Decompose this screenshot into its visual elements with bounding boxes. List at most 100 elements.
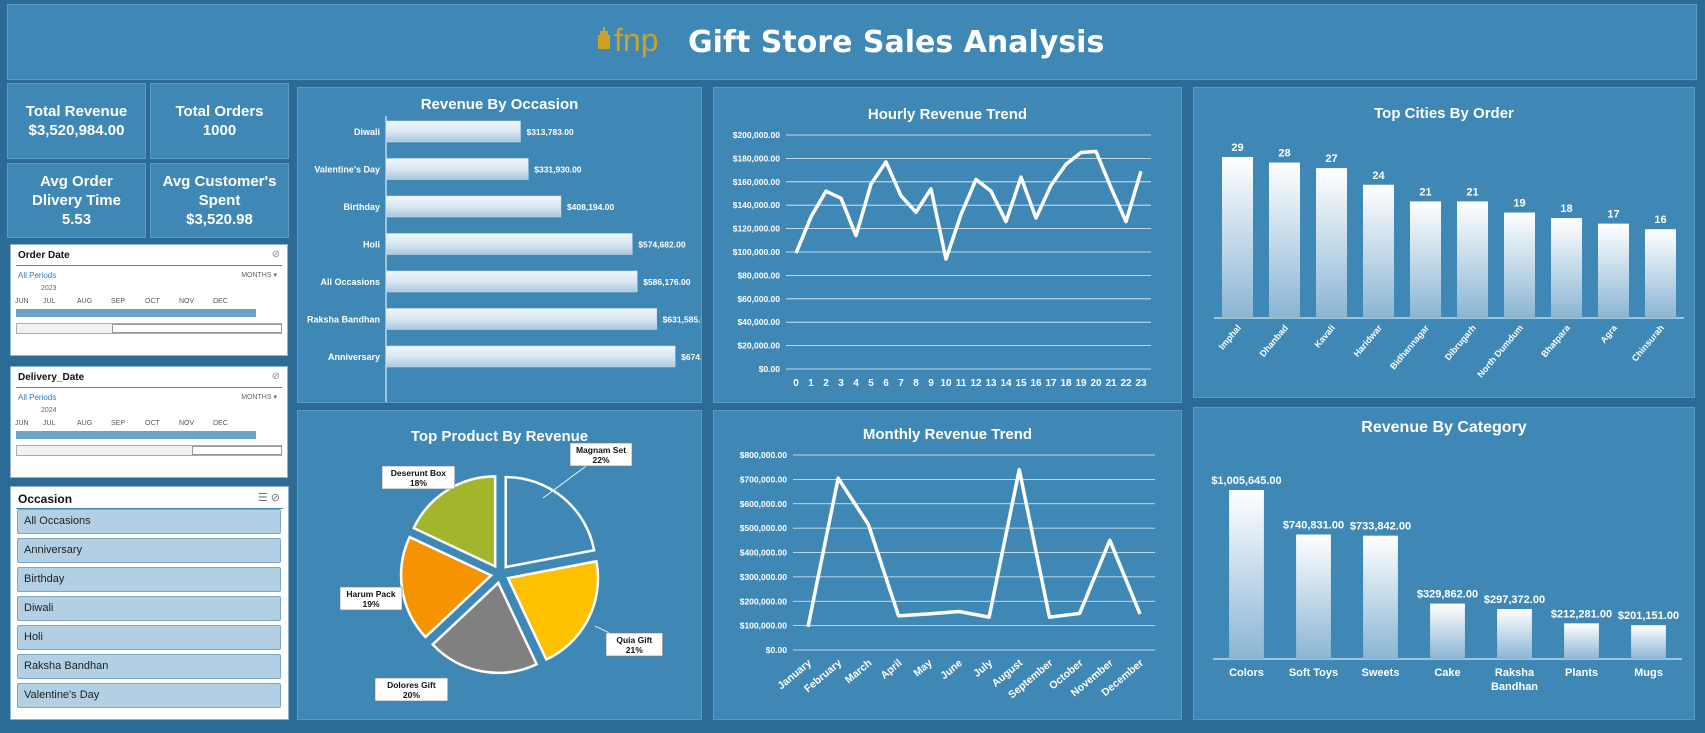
bar [1221, 157, 1254, 318]
bar [1229, 490, 1264, 659]
slice-percent: 18% [410, 478, 427, 488]
x-tick-label: Imphal [1217, 323, 1243, 352]
bar [1503, 212, 1536, 318]
granularity-dropdown[interactable]: MONTHS ▾ [241, 271, 277, 279]
occasion-item[interactable]: Diwali [17, 596, 281, 621]
bar [385, 270, 638, 293]
data-label: 17 [1607, 209, 1619, 221]
occasion-item[interactable]: Raksha Bandhan [17, 654, 281, 679]
bar [1631, 625, 1666, 659]
occasion-item[interactable]: Anniversary [17, 538, 281, 563]
timeline-selection[interactable] [16, 431, 256, 439]
x-tick-label: 16 [1030, 378, 1042, 389]
bar [1597, 223, 1630, 318]
slice-name: Harum Pack [346, 589, 395, 599]
occasion-item[interactable]: Birthday [17, 567, 281, 592]
top-cities-panel: Top Cities By Order 29 Imphal 28 Dhanbad 27 K… [1193, 87, 1695, 398]
multi-select-icon[interactable]: ☰ ⊘ [258, 491, 280, 504]
x-tick-label: 8 [913, 378, 919, 389]
month-label: JUN [15, 420, 29, 427]
x-tick-label: Dhanbad [1258, 323, 1290, 359]
month-label: SEP [111, 298, 126, 305]
y-tick-label: $0.00 [759, 364, 781, 374]
x-tick-label: 7 [898, 378, 904, 389]
x-tick-label: 0 [793, 378, 799, 389]
data-label: 19 [1513, 198, 1525, 210]
slice-name: Dolores Gift [387, 680, 436, 690]
bar [1497, 609, 1532, 659]
data-label: $313,783.00 [526, 127, 574, 137]
order-date-slicer[interactable]: Order Date ⊘ All Periods MONTHS ▾ 2023 J… [10, 244, 288, 356]
bar [1315, 168, 1348, 318]
occasion-slicer[interactable]: Occasion ☰ ⊘ All Occasions Anniversary B… [10, 486, 289, 720]
x-tick-label: June [938, 657, 965, 682]
x-tick-label: Chinsurah [1630, 323, 1666, 364]
data-label: 21 [1419, 186, 1431, 198]
data-label: 29 [1231, 142, 1243, 154]
scroll-thumb[interactable] [112, 324, 282, 333]
slicer-title: Occasion [18, 492, 73, 506]
occasion-item[interactable]: All Occasions [17, 509, 281, 534]
bar [1362, 184, 1395, 318]
y-tick-label: $80,000.00 [737, 270, 780, 280]
y-tick-label: $400,000.00 [740, 548, 788, 558]
year-label: 2024 [41, 407, 57, 414]
kpi-value: 5.53 [61, 211, 92, 228]
timeline-selection[interactable] [16, 309, 256, 317]
x-tick-label: Dibrugarh [1443, 323, 1478, 362]
slice-percent: 22% [592, 455, 609, 465]
x-tick-label: North Dumdum [1475, 323, 1525, 380]
y-tick-label: $800,000.00 [740, 450, 788, 460]
kpi-total-revenue: Total Revenue $3,520,984.00 [7, 83, 146, 159]
series-line [806, 467, 1142, 628]
kpi-label: Total Orders [175, 103, 264, 120]
revenue-by-category-chart: $1,005,645.00 Colors $740,831.00 Soft Toys $… [1211, 475, 1682, 693]
kpi-avg-delivery-time: Avg Order Dlivery Time 5.53 [7, 163, 146, 238]
y-tick-label: $500,000.00 [740, 523, 788, 533]
x-tick-label: April [878, 657, 904, 682]
category-label: Raksha Bandhan [307, 315, 380, 325]
fnp-logo: fnp [598, 22, 658, 58]
kpi-value: 1000 [202, 122, 237, 139]
data-label: 28 [1278, 148, 1290, 160]
clear-filter-icon[interactable]: ⊘ [272, 249, 280, 260]
delivery-date-slicer[interactable]: Delivery_Date ⊘ All Periods MONTHS ▾ 202… [10, 366, 288, 478]
data-label: $631,585.00 [663, 315, 701, 325]
kpi-avg-customer-spent: Avg Customer's Spent $3,520.98 [150, 163, 289, 238]
year-label: 2023 [41, 285, 57, 292]
logo-text: fnp [614, 22, 658, 58]
bar [1363, 535, 1398, 659]
y-tick-label: $100,000.00 [740, 621, 788, 631]
data-label: $329,862.00 [1417, 589, 1478, 601]
bar [385, 120, 521, 143]
bar [385, 158, 529, 180]
bar [1296, 534, 1331, 659]
x-tick-label: 9 [928, 378, 934, 389]
x-tick-label: 15 [1015, 378, 1027, 389]
data-label: $733,842.00 [1350, 521, 1411, 533]
month-label: OCT [145, 298, 160, 305]
y-tick-label: $200,000.00 [740, 596, 788, 606]
timeline-scrollbar[interactable] [16, 445, 282, 456]
scroll-thumb[interactable] [192, 446, 282, 455]
x-tick-label: Haridwar [1352, 322, 1385, 358]
timeline-scrollbar[interactable] [16, 323, 282, 334]
bar [385, 345, 676, 368]
x-tick-label: May [911, 657, 934, 679]
y-tick-label: $0.00 [766, 645, 788, 655]
y-tick-label: $300,000.00 [740, 572, 788, 582]
bar [1644, 229, 1677, 318]
occasion-item[interactable]: Holi [17, 625, 281, 650]
month-label: AUG [77, 420, 93, 427]
kpi-value: $3,520,984.00 [28, 122, 125, 139]
x-tick-label: 5 [868, 378, 874, 389]
data-label: $201,151.00 [1618, 610, 1679, 622]
granularity-dropdown[interactable]: MONTHS ▾ [241, 393, 277, 401]
data-label: $408,194.00 [567, 202, 615, 212]
category-label: Diwali [354, 127, 380, 137]
category-label: Holi [363, 240, 380, 250]
monthly-revenue-panel: Monthly Revenue Trend $0.00 $100,000.00 $2… [713, 410, 1182, 720]
occasion-item[interactable]: Valentine's Day [17, 683, 281, 708]
clear-filter-icon[interactable]: ⊘ [272, 371, 280, 382]
data-label: $574,682.00 [638, 240, 686, 250]
